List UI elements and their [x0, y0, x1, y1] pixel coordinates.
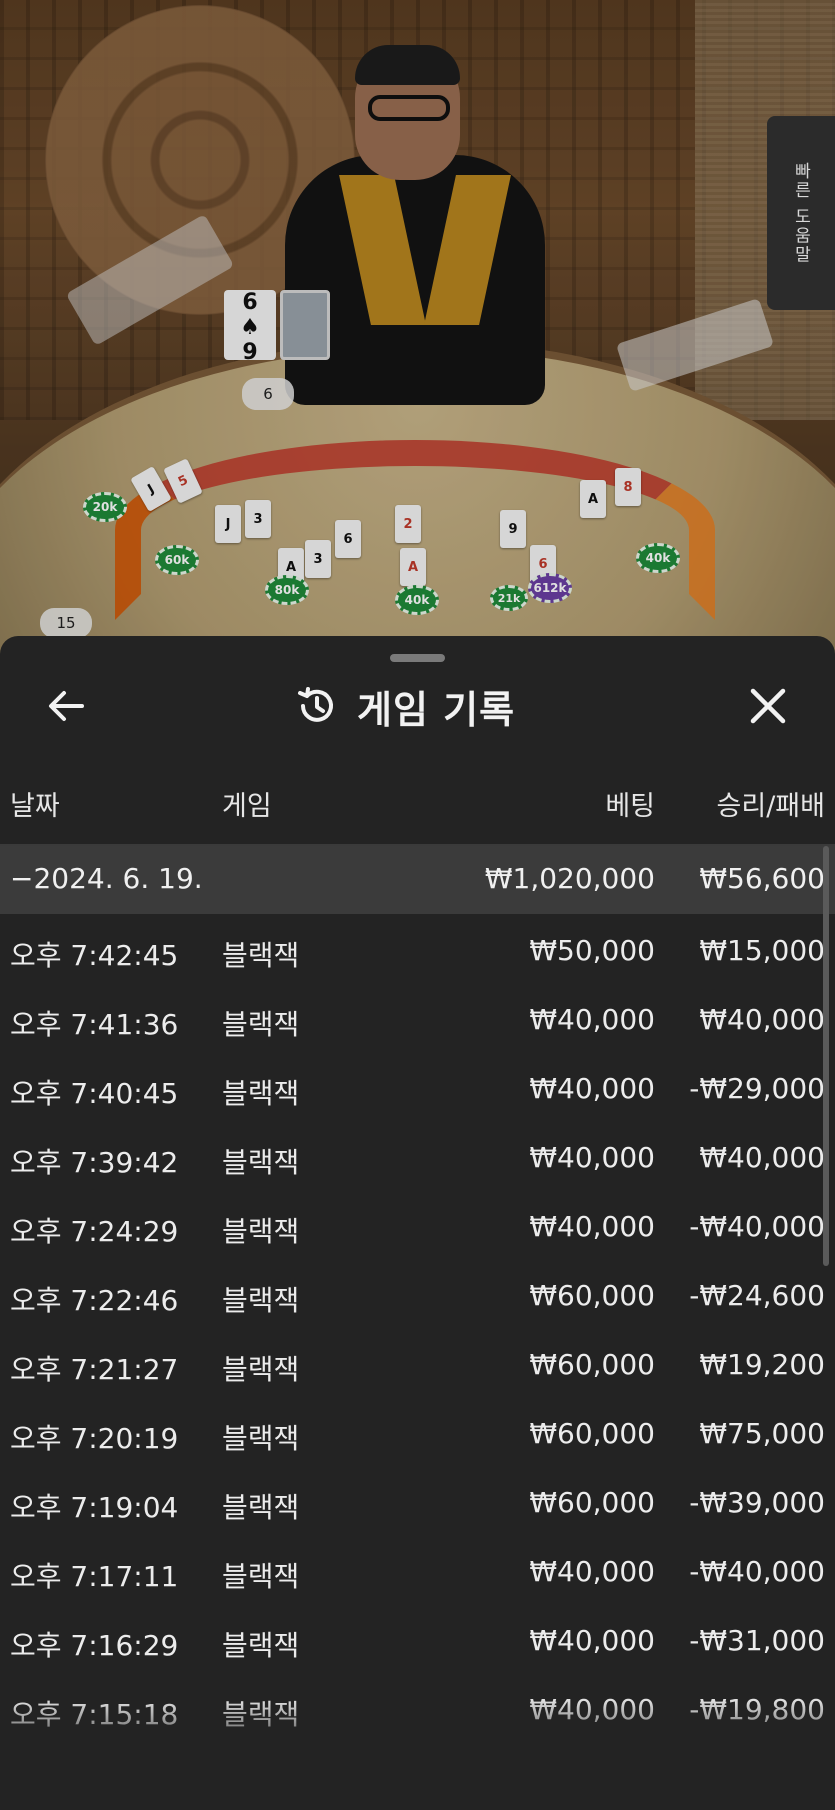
row-result: ₩75,000 — [699, 1417, 825, 1450]
quick-help-label: 빠른 도움말 — [790, 161, 811, 265]
row-bet: ₩40,000 — [529, 1072, 655, 1105]
row-bet: ₩40,000 — [529, 1693, 655, 1726]
row-result: -₩39,000 — [689, 1486, 825, 1519]
row-game: 블랙잭 — [222, 1629, 300, 1662]
history-row[interactable]: 오후 7:16:29 블랙잭 ₩40,000 -₩31,000 — [0, 1604, 835, 1673]
row-bet: ₩40,000 — [529, 1141, 655, 1174]
history-row[interactable]: 오후 7:41:36 블랙잭 ₩40,000 ₩40,000 — [0, 983, 835, 1052]
column-header-game: 게임 — [222, 791, 272, 822]
quick-help-button[interactable]: 빠른 도움말 — [767, 116, 835, 310]
history-row[interactable]: 오후 7:22:46 블랙잭 ₩60,000 -₩24,600 — [0, 1259, 835, 1328]
row-result: -₩40,000 — [689, 1210, 825, 1243]
row-game: 블랙잭 — [222, 1698, 300, 1731]
row-bet: ₩60,000 — [529, 1486, 655, 1519]
row-game: 블랙잭 — [222, 1284, 300, 1317]
row-time: 오후 7:24:29 — [10, 1215, 179, 1248]
history-row[interactable]: 오후 7:15:18 블랙잭 ₩40,000 -₩19,800 — [0, 1673, 835, 1742]
row-result: ₩19,200 — [699, 1348, 825, 1381]
row-time: 오후 7:42:45 — [10, 939, 179, 972]
scene-dim-overlay — [0, 0, 835, 700]
row-game: 블랙잭 — [222, 1353, 300, 1386]
history-scrollbar[interactable] — [823, 846, 829, 1266]
row-time: 오후 7:19:04 — [10, 1491, 179, 1524]
row-game: 블랙잭 — [222, 1491, 300, 1524]
sheet-header: 게임 기록 — [0, 666, 835, 746]
close-button[interactable] — [740, 678, 796, 734]
row-game: 블랙잭 — [222, 1146, 300, 1179]
row-bet: ₩50,000 — [529, 934, 655, 967]
history-row[interactable]: 오후 7:42:45 블랙잭 ₩50,000 ₩15,000 — [0, 914, 835, 983]
row-time: 오후 7:22:46 — [10, 1284, 179, 1317]
column-header-bet: 베팅 — [605, 791, 655, 822]
history-row[interactable]: 오후 7:19:04 블랙잭 ₩60,000 -₩39,000 — [0, 1466, 835, 1535]
close-icon — [750, 688, 786, 724]
row-game: 블랙잭 — [222, 1560, 300, 1593]
row-game: 블랙잭 — [222, 1077, 300, 1110]
row-result: -₩31,000 — [689, 1624, 825, 1657]
live-table-video: 6 ♠ 9 6 J 5 J 3 A 3 6 2 A 9 6 A 8 20k 60… — [0, 0, 835, 700]
row-time: 오후 7:16:29 — [10, 1629, 179, 1662]
row-game: 블랙잭 — [222, 1422, 300, 1455]
column-header-date: 날짜 — [10, 791, 60, 822]
row-result: -₩19,800 — [689, 1693, 825, 1726]
history-rows: 오후 7:42:45 블랙잭 ₩50,000 ₩15,000 오후 7:41:36 블랙… — [0, 914, 835, 1742]
row-game: 블랙잭 — [222, 1008, 300, 1041]
date-group-row[interactable]: −2024. 6. 19. ₩1,020,000 ₩56,600 — [0, 846, 835, 914]
history-row[interactable]: 오후 7:21:27 블랙잭 ₩60,000 ₩19,200 — [0, 1328, 835, 1397]
history-row[interactable]: 오후 7:24:29 블랙잭 ₩40,000 -₩40,000 — [0, 1190, 835, 1259]
game-history-sheet: 게임 기록 날짜 게임 베팅 승리/패배 −2024. 6. 19. ₩1,02… — [0, 636, 835, 1810]
row-game: 블랙잭 — [222, 939, 300, 972]
row-time: 오후 7:15:18 — [10, 1698, 179, 1731]
row-time: 오후 7:39:42 — [10, 1146, 179, 1179]
row-time: 오후 7:41:36 — [10, 1008, 179, 1041]
row-time: 오후 7:21:27 — [10, 1353, 179, 1386]
row-result: -₩40,000 — [689, 1555, 825, 1588]
history-row[interactable]: 오후 7:17:11 블랙잭 ₩40,000 -₩40,000 — [0, 1535, 835, 1604]
row-result: -₩24,600 — [689, 1279, 825, 1312]
row-result: ₩15,000 — [699, 934, 825, 967]
arrow-left-icon — [49, 691, 84, 721]
sheet-title-group: 게임 기록 — [295, 676, 515, 736]
date-group-label: −2024. 6. 19. — [10, 862, 203, 895]
row-bet: ₩40,000 — [529, 1555, 655, 1588]
sheet-drag-handle[interactable] — [390, 654, 445, 662]
row-bet: ₩60,000 — [529, 1279, 655, 1312]
row-time: 오후 7:20:19 — [10, 1422, 179, 1455]
row-result: ₩40,000 — [699, 1141, 825, 1174]
row-result: -₩29,000 — [689, 1072, 825, 1105]
history-row[interactable]: 오후 7:40:45 블랙잭 ₩40,000 -₩29,000 — [0, 1052, 835, 1121]
history-clock-icon — [298, 687, 333, 722]
row-time: 오후 7:40:45 — [10, 1077, 179, 1110]
row-game: 블랙잭 — [222, 1215, 300, 1248]
date-group-bet-total: ₩1,020,000 — [484, 862, 655, 895]
history-table-header: 날짜 게임 베팅 승리/패배 — [0, 784, 835, 828]
history-row[interactable]: 오후 7:39:42 블랙잭 ₩40,000 ₩40,000 — [0, 1121, 835, 1190]
date-group-result-total: ₩56,600 — [699, 862, 825, 895]
sheet-title: 게임 기록 — [357, 687, 516, 732]
row-result: ₩40,000 — [699, 1003, 825, 1036]
row-bet: ₩60,000 — [529, 1348, 655, 1381]
row-bet: ₩40,000 — [529, 1210, 655, 1243]
row-time: 오후 7:17:11 — [10, 1560, 179, 1593]
row-bet: ₩40,000 — [529, 1624, 655, 1657]
history-row[interactable]: 오후 7:20:19 블랙잭 ₩60,000 ₩75,000 — [0, 1397, 835, 1466]
back-button[interactable] — [40, 680, 92, 732]
row-bet: ₩60,000 — [529, 1417, 655, 1450]
row-bet: ₩40,000 — [529, 1003, 655, 1036]
column-header-result: 승리/패배 — [716, 791, 825, 822]
